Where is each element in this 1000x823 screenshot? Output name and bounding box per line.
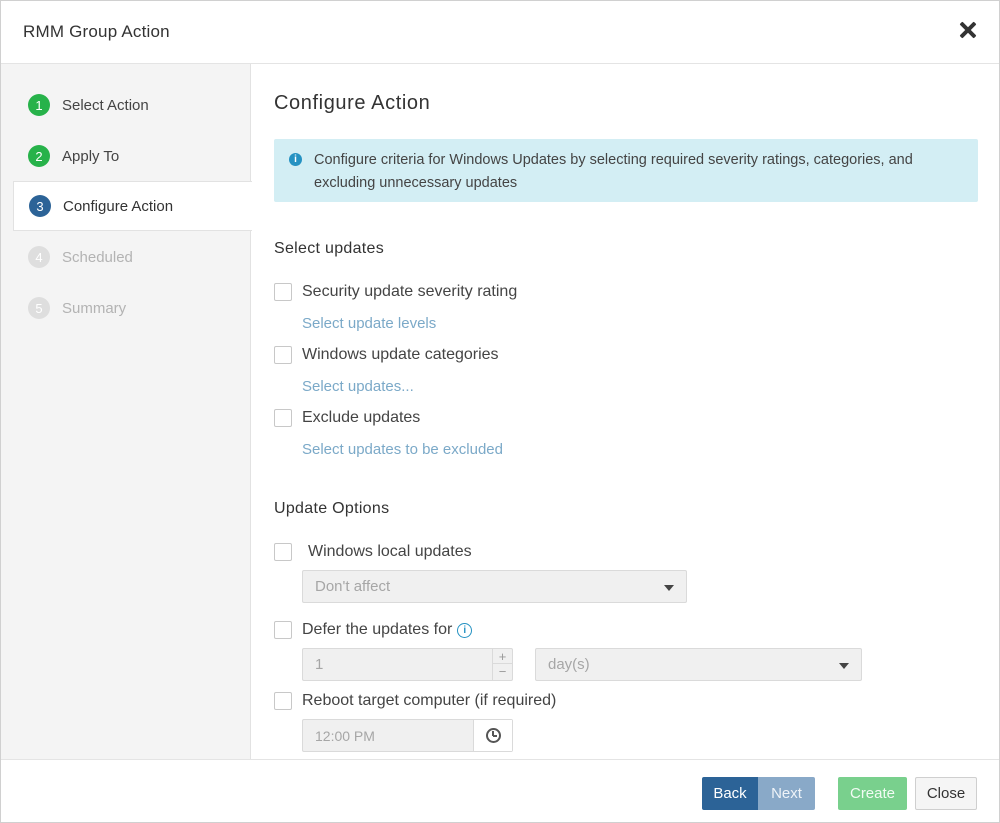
step-apply-to[interactable]: 2 Apply To — [13, 131, 251, 181]
select-excluded-updates-link[interactable]: Select updates to be excluded — [302, 441, 503, 458]
reboot-time-value: 12:00 PM — [315, 727, 375, 744]
exclude-updates-label: Exclude updates — [302, 409, 421, 426]
reboot-time-input[interactable]: 12:00 PM — [302, 719, 513, 752]
step-number: 4 — [28, 246, 50, 268]
security-severity-label: Security update severity rating — [302, 283, 518, 300]
step-configure-action[interactable]: 3 Configure Action — [13, 181, 252, 231]
back-button[interactable]: Back — [702, 777, 758, 810]
defer-updates-label: Defer the updates for — [302, 621, 453, 638]
defer-days-value: 1 — [315, 656, 324, 673]
step-label: Select Action — [62, 96, 149, 114]
reboot-target-label: Reboot target computer (if required) — [302, 692, 557, 709]
defer-days-input[interactable]: 1 + − — [302, 648, 513, 681]
step-label: Summary — [62, 299, 127, 317]
wizard-steps-sidebar: 1 Select Action 2 Apply To 3 Configure A… — [1, 64, 252, 759]
defer-days-stepper: + − — [492, 649, 512, 680]
step-number: 3 — [29, 195, 51, 217]
create-button[interactable]: Create — [838, 777, 907, 810]
page-title: Configure Action — [274, 92, 431, 114]
dialog-title: RMM Group Action — [23, 22, 170, 41]
windows-local-updates-checkbox[interactable] — [274, 543, 292, 561]
clock-icon — [485, 728, 501, 743]
update-categories-option[interactable]: Windows update categories — [274, 346, 499, 364]
reboot-target-checkbox[interactable] — [274, 692, 292, 710]
select-updates-heading: Select updates — [274, 240, 385, 257]
reboot-target-option[interactable]: Reboot target computer (if required) — [274, 692, 556, 710]
security-severity-option[interactable]: Security update severity rating — [274, 283, 517, 301]
step-scheduled: 4 Scheduled — [13, 232, 251, 282]
info-text: Configure criteria for Windows Updates b… — [314, 152, 913, 191]
defer-unit-value: day(s) — [548, 656, 590, 673]
close-icon[interactable] — [957, 19, 979, 41]
close-button[interactable]: Close — [915, 777, 977, 810]
exclude-updates-option[interactable]: Exclude updates — [274, 409, 420, 427]
defer-updates-option[interactable]: Defer the updates for i — [274, 621, 473, 639]
step-summary: 5 Summary — [13, 283, 251, 333]
step-number: 5 — [28, 297, 50, 319]
decrement-icon[interactable]: − — [493, 664, 512, 679]
select-updates-link[interactable]: Select updates... — [302, 378, 414, 395]
step-number: 2 — [28, 145, 50, 167]
step-label: Scheduled — [62, 248, 133, 266]
windows-local-updates-option[interactable]: Windows local updates — [274, 543, 472, 561]
chevron-down-icon — [839, 663, 849, 669]
step-label: Configure Action — [63, 197, 174, 215]
step-select-action[interactable]: 1 Select Action — [13, 80, 251, 130]
next-button[interactable]: Next — [758, 777, 815, 810]
step-number: 1 — [28, 94, 50, 116]
update-options-heading: Update Options — [274, 500, 390, 517]
exclude-updates-checkbox[interactable] — [274, 409, 292, 427]
dialog-footer: Back Next Create Close — [1, 759, 999, 822]
info-icon: i — [289, 153, 302, 166]
windows-local-updates-select[interactable]: Don't affect — [302, 570, 687, 603]
rmm-group-action-dialog: RMM Group Action 1 Select Action 2 Apply… — [0, 0, 1000, 823]
windows-local-updates-label: Windows local updates — [308, 543, 472, 560]
help-info-icon[interactable]: i — [457, 622, 473, 638]
configure-action-panel: Configure Action i Configure criteria fo… — [251, 64, 999, 759]
info-alert: i Configure criteria for Windows Updates… — [274, 139, 978, 202]
step-label: Apply To — [62, 147, 120, 165]
defer-unit-select[interactable]: day(s) — [535, 648, 862, 681]
select-update-levels-link[interactable]: Select update levels — [302, 315, 436, 332]
windows-local-updates-value: Don't affect — [315, 578, 391, 595]
defer-updates-checkbox[interactable] — [274, 621, 292, 639]
increment-icon[interactable]: + — [493, 649, 512, 664]
update-categories-label: Windows update categories — [302, 346, 499, 363]
update-categories-checkbox[interactable] — [274, 346, 292, 364]
dialog-header: RMM Group Action — [1, 1, 999, 64]
security-severity-checkbox[interactable] — [274, 283, 292, 301]
time-picker-button[interactable] — [473, 720, 512, 751]
chevron-down-icon — [664, 585, 674, 591]
